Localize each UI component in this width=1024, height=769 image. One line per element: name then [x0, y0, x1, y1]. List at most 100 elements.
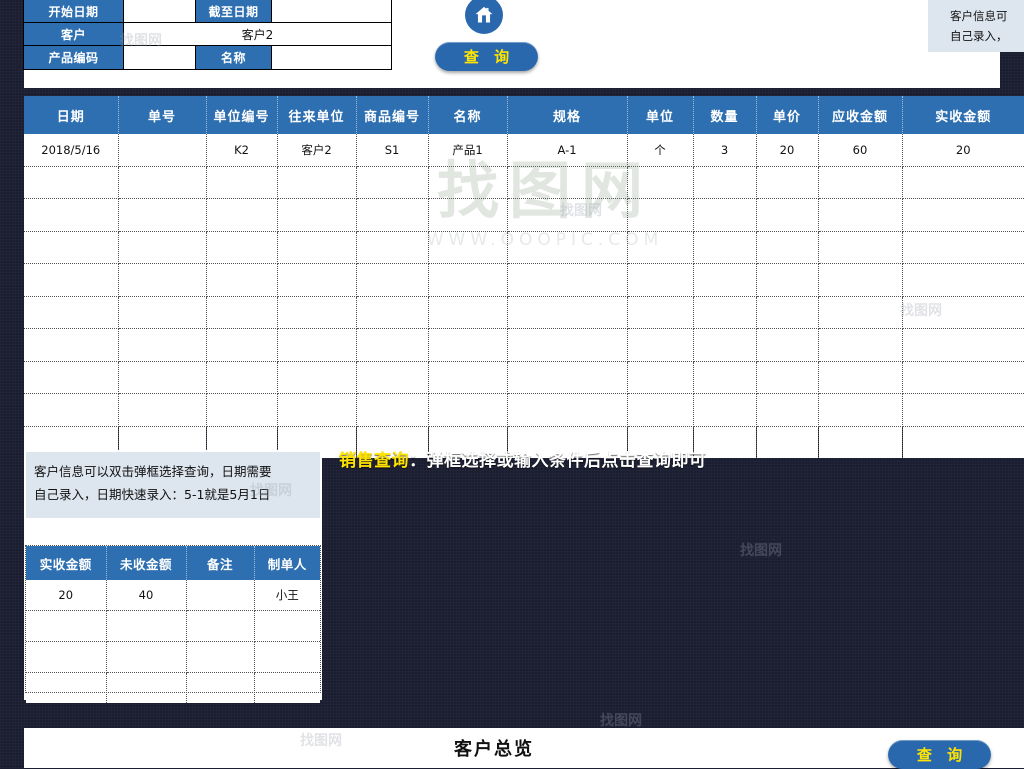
- input-product-code[interactable]: [123, 45, 196, 70]
- cell-empty[interactable]: [356, 393, 429, 427]
- cell-empty[interactable]: [24, 198, 119, 232]
- cell-empty[interactable]: [356, 231, 429, 264]
- cell-empty[interactable]: [818, 296, 903, 329]
- cell-empty[interactable]: [756, 198, 819, 232]
- cell-empty[interactable]: [118, 393, 207, 427]
- table-row[interactable]: 2018/5/16 K2 客户2 S1 产品1 A-1 个 3 20 60 20: [24, 134, 1024, 167]
- cell-empty[interactable]: [26, 672, 107, 703]
- cell-empty[interactable]: [428, 361, 508, 394]
- cell-empty[interactable]: [277, 296, 357, 329]
- cell-empty[interactable]: [277, 263, 357, 297]
- cell-received-amount[interactable]: 20: [26, 580, 107, 611]
- cell-empty[interactable]: [118, 198, 207, 232]
- cell-empty[interactable]: [627, 198, 694, 232]
- cell-empty[interactable]: [902, 426, 1024, 458]
- cell-date[interactable]: 2018/5/16: [24, 134, 119, 167]
- query-button-bottom[interactable]: 查 询: [888, 740, 991, 769]
- cell-unreceived-amount[interactable]: 40: [106, 580, 187, 611]
- input-customer[interactable]: 客户2: [123, 22, 392, 46]
- table-row[interactable]: [24, 328, 1024, 362]
- cell-empty[interactable]: [756, 263, 819, 297]
- cell-empty[interactable]: [756, 166, 819, 199]
- cell-unit[interactable]: 个: [627, 134, 694, 167]
- cell-empty[interactable]: [902, 198, 1024, 232]
- cell-empty[interactable]: [356, 198, 429, 232]
- cell-empty[interactable]: [428, 328, 508, 362]
- cell-empty[interactable]: [902, 296, 1024, 329]
- cell-empty[interactable]: [693, 296, 757, 329]
- cell-empty[interactable]: [206, 328, 278, 362]
- cell-empty[interactable]: [818, 263, 903, 297]
- table-row[interactable]: [24, 231, 1024, 264]
- cell-empty[interactable]: [507, 166, 628, 199]
- cell-empty[interactable]: [428, 263, 508, 297]
- cell-empty[interactable]: [818, 328, 903, 362]
- cell-empty[interactable]: [24, 263, 119, 297]
- cell-empty[interactable]: [26, 641, 107, 673]
- input-end-date[interactable]: [271, 0, 392, 23]
- cell-empty[interactable]: [277, 361, 357, 394]
- cell-empty[interactable]: [118, 296, 207, 329]
- cell-empty[interactable]: [186, 610, 255, 642]
- table-row[interactable]: [26, 672, 320, 703]
- cell-empty[interactable]: [356, 296, 429, 329]
- cell-empty[interactable]: [118, 361, 207, 394]
- cell-empty[interactable]: [627, 263, 694, 297]
- cell-empty[interactable]: [818, 426, 903, 458]
- cell-empty[interactable]: [186, 641, 255, 673]
- cell-empty[interactable]: [756, 393, 819, 427]
- cell-empty[interactable]: [627, 296, 694, 329]
- table-row[interactable]: [26, 610, 320, 642]
- cell-empty[interactable]: [756, 426, 819, 458]
- table-row[interactable]: 20 40 小王: [26, 580, 320, 611]
- cell-empty[interactable]: [254, 672, 320, 703]
- cell-empty[interactable]: [206, 296, 278, 329]
- cell-empty[interactable]: [24, 328, 119, 362]
- cell-unit-code[interactable]: K2: [206, 134, 278, 167]
- cell-empty[interactable]: [277, 198, 357, 232]
- cell-empty[interactable]: [756, 361, 819, 394]
- cell-empty[interactable]: [428, 231, 508, 264]
- cell-empty[interactable]: [118, 263, 207, 297]
- cell-empty[interactable]: [206, 166, 278, 199]
- input-start-date[interactable]: [123, 0, 196, 23]
- cell-empty[interactable]: [902, 166, 1024, 199]
- cell-goods-name[interactable]: 产品1: [428, 134, 508, 167]
- table-row[interactable]: [24, 393, 1024, 427]
- cell-empty[interactable]: [206, 361, 278, 394]
- cell-empty[interactable]: [902, 361, 1024, 394]
- table-row[interactable]: [24, 296, 1024, 329]
- cell-empty[interactable]: [118, 231, 207, 264]
- cell-empty[interactable]: [627, 361, 694, 394]
- table-row[interactable]: [26, 641, 320, 673]
- cell-empty[interactable]: [106, 610, 187, 642]
- cell-empty[interactable]: [818, 393, 903, 427]
- cell-empty[interactable]: [693, 393, 757, 427]
- cell-empty[interactable]: [756, 328, 819, 362]
- cell-empty[interactable]: [206, 198, 278, 232]
- cell-empty[interactable]: [627, 231, 694, 264]
- cell-empty[interactable]: [24, 166, 119, 199]
- cell-empty[interactable]: [902, 393, 1024, 427]
- cell-empty[interactable]: [818, 231, 903, 264]
- cell-empty[interactable]: [818, 166, 903, 199]
- cell-empty[interactable]: [902, 328, 1024, 362]
- cell-empty[interactable]: [693, 328, 757, 362]
- cell-empty[interactable]: [693, 198, 757, 232]
- cell-empty[interactable]: [428, 198, 508, 232]
- cell-empty[interactable]: [356, 328, 429, 362]
- cell-empty[interactable]: [693, 263, 757, 297]
- cell-remark[interactable]: [186, 580, 255, 611]
- cell-empty[interactable]: [507, 393, 628, 427]
- table-row[interactable]: [24, 166, 1024, 199]
- cell-empty[interactable]: [693, 166, 757, 199]
- cell-price[interactable]: 20: [756, 134, 819, 167]
- cell-empty[interactable]: [756, 296, 819, 329]
- table-row[interactable]: [24, 361, 1024, 394]
- cell-empty[interactable]: [428, 166, 508, 199]
- cell-empty[interactable]: [627, 166, 694, 199]
- cell-empty[interactable]: [24, 296, 119, 329]
- cell-empty[interactable]: [277, 166, 357, 199]
- cell-preparer[interactable]: 小王: [254, 580, 320, 611]
- cell-empty[interactable]: [756, 231, 819, 264]
